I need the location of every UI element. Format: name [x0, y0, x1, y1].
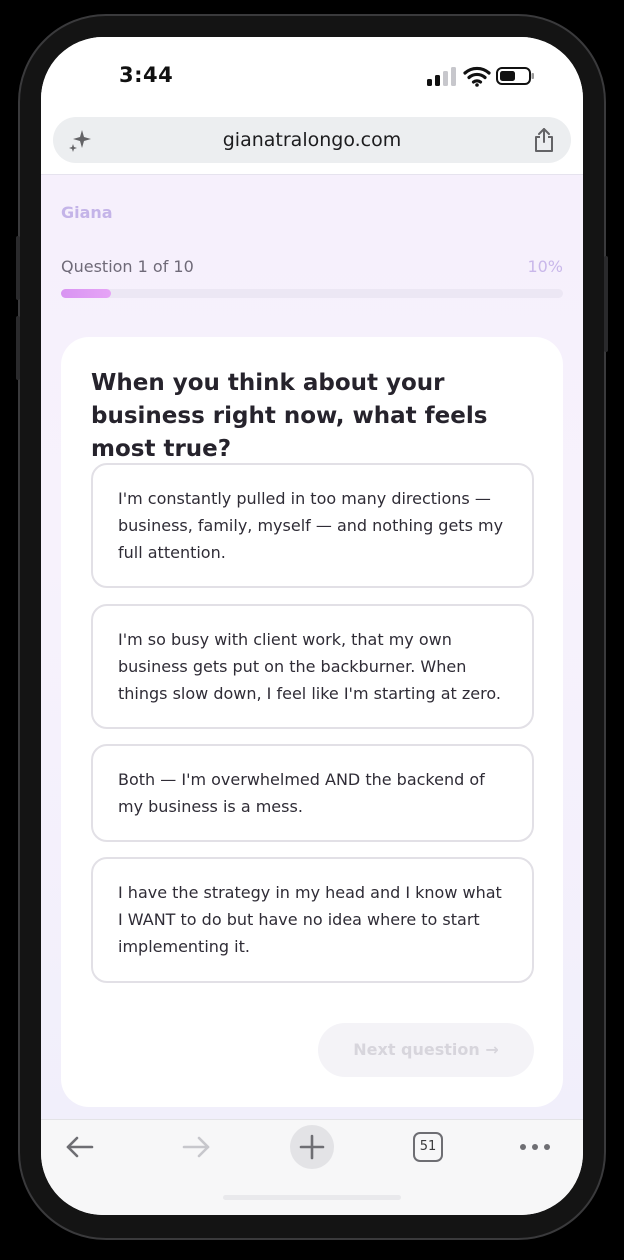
volume-down-button	[16, 316, 20, 380]
home-indicator	[223, 1195, 401, 1200]
status-time: 3:44	[119, 63, 174, 87]
status-bar: 3:44	[41, 37, 583, 117]
answer-option-text: I'm constantly pulled in too many direct…	[118, 489, 504, 562]
wifi-icon	[463, 66, 491, 87]
answer-option-text: Both — I'm overwhelmed AND the backend o…	[118, 770, 485, 816]
browser-toolbar: 51	[41, 1119, 583, 1215]
tabs-button[interactable]: 51	[413, 1132, 443, 1162]
cellular-signal-icon	[427, 66, 534, 87]
answer-option-2[interactable]: I'm so busy with client work, that my ow…	[91, 604, 534, 729]
progress-bar-fill	[61, 289, 112, 298]
brand-name[interactable]: Giana	[61, 203, 113, 222]
answer-option-text: I have the strategy in my head and I kno…	[118, 883, 502, 956]
progress-percent: 10%	[527, 257, 563, 276]
forward-arrow-icon[interactable]	[181, 1134, 211, 1160]
back-arrow-icon[interactable]	[65, 1134, 95, 1160]
power-button	[604, 256, 608, 352]
progress-label: Question 1 of 10	[61, 257, 194, 276]
answer-option-3[interactable]: Both — I'm overwhelmed AND the backend o…	[91, 744, 534, 842]
answer-option-4[interactable]: I have the strategy in my head and I kno…	[91, 857, 534, 983]
more-options-icon[interactable]	[519, 1143, 551, 1151]
tab-count: 51	[419, 1139, 437, 1154]
volume-up-button	[16, 236, 20, 300]
battery-icon	[496, 67, 534, 85]
url-bar[interactable]: gianatralongo.com	[53, 117, 571, 163]
question-title: When you think about your business right…	[91, 370, 488, 462]
new-tab-button[interactable]	[290, 1125, 334, 1169]
answer-option-text: I'm so busy with client work, that my ow…	[118, 630, 501, 703]
plus-icon	[299, 1134, 325, 1160]
next-question-button[interactable]: Next question →	[318, 1023, 534, 1077]
share-icon[interactable]	[533, 127, 555, 153]
quiz-page: Giana Question 1 of 10 10% When you thin…	[41, 175, 583, 1119]
url-text[interactable]: gianatralongo.com	[53, 129, 571, 151]
question-card: When you think about your business right…	[61, 337, 563, 1107]
answer-option-1[interactable]: I'm constantly pulled in too many direct…	[91, 463, 534, 588]
status-icons	[427, 65, 535, 87]
phone-screen: 3:44 gianatralongo.com Giana Question 1 …	[41, 37, 583, 1215]
progress-bar	[61, 289, 563, 298]
